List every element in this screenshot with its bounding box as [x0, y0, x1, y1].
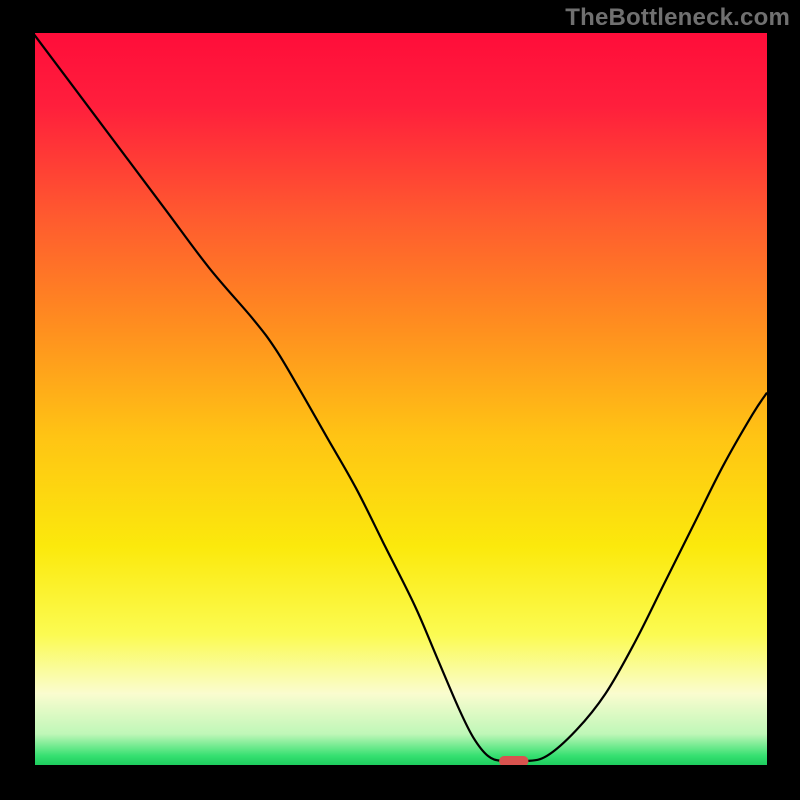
- plot-area: [33, 33, 767, 767]
- gradient-background: [33, 33, 767, 767]
- chart-svg: [33, 33, 767, 767]
- chart-frame: TheBottleneck.com: [0, 0, 800, 800]
- watermark-text: TheBottleneck.com: [565, 4, 790, 32]
- x-axis-line: [33, 765, 767, 767]
- y-axis-line: [33, 33, 35, 767]
